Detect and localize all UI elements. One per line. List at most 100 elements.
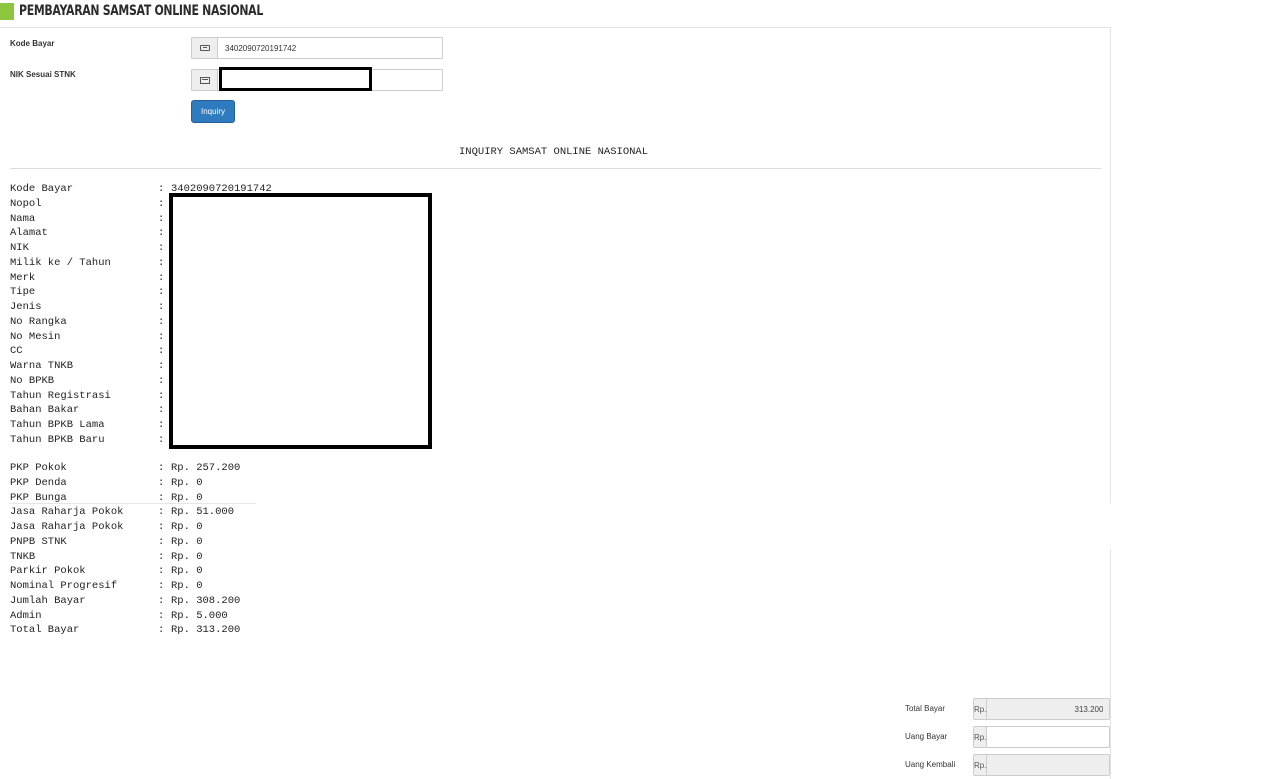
kode-bayar-input[interactable] (217, 37, 443, 59)
report-row-label: Tahun Registrasi (10, 389, 111, 402)
uang-bayar-input[interactable] (986, 726, 1111, 748)
uang-bayar-currency-addon: Rp. (973, 726, 987, 748)
report-row-label: Nopol (10, 197, 42, 210)
uang-kembali-currency-addon: Rp. (973, 754, 987, 776)
report-row-separator: : (158, 521, 165, 533)
credit-card-icon (199, 45, 210, 51)
kode-bayar-addon (191, 37, 217, 59)
report-row-label: TNKB (10, 550, 36, 563)
page-header: PEMBAYARAN SAMSAT ONLINE NASIONAL (0, 0, 332, 22)
report-row-value: Rp. 313.200 (171, 624, 241, 637)
report-row-label: Total Bayar (10, 624, 80, 637)
main-panel (0, 27, 1111, 779)
report-row-separator: : (158, 624, 165, 637)
report-title: INQUIRY SAMSAT ONLINE NASIONAL (459, 146, 649, 158)
report-row-value: Rp. 5.000 (171, 609, 228, 622)
kode-bayar-label: Kode Bayar (10, 39, 55, 48)
uang-bayar-label: Uang Bayar (905, 732, 948, 741)
report-row-separator: : (158, 256, 165, 269)
inquiry-button[interactable]: Inquiry (191, 100, 235, 123)
report-row-label: Tahun BPKB Lama (10, 419, 105, 431)
report-row-label: Alamat (10, 227, 48, 240)
report-row-separator: : (158, 374, 165, 387)
report-row-separator: : (158, 227, 165, 240)
report-row-label: Jasa Raharja Pokok (10, 521, 124, 533)
report-row-separator: : (158, 197, 165, 210)
report-row-separator: : (158, 476, 165, 489)
kode-bayar-group (191, 37, 443, 59)
report-row-label: Jasa Raharja Pokok (10, 506, 124, 519)
vehicle-redaction-box (169, 193, 432, 449)
total-bayar-field (986, 698, 1111, 720)
report-row-value: Rp. 0 (171, 535, 203, 548)
report-row-separator: : (158, 419, 165, 431)
report-row-label: Bahan Bakar (10, 404, 80, 417)
report-row-separator: : (158, 286, 165, 299)
total-bayar-label: Total Bayar (905, 704, 946, 713)
report-row-label: Kode Bayar (10, 183, 74, 195)
report-row-label: Milik ke / Tahun (10, 256, 111, 269)
render-gap-line (10, 503, 256, 504)
report-row-label: Nama (10, 212, 36, 225)
report-row-separator: : (158, 183, 165, 195)
report-row-separator: : (158, 389, 165, 402)
report-row-separator: : (158, 242, 165, 254)
uang-kembali-group: Rp. (973, 754, 1111, 776)
report-row-value: Rp. 257.200 (171, 462, 241, 474)
report-row-label: PKP Denda (10, 476, 67, 489)
report-row-separator: : (158, 360, 165, 372)
report-row-separator: : (158, 594, 165, 607)
render-gap (256, 503, 1280, 549)
report-row-separator: : (158, 609, 165, 622)
report-row-separator: : (158, 535, 165, 548)
report-divider (10, 168, 1101, 169)
nik-addon (191, 69, 217, 91)
uang-bayar-group: Rp. (973, 726, 1111, 748)
report-row-separator: : (158, 580, 165, 592)
nik-redaction-box (219, 67, 372, 91)
report-row-label: Nominal Progresif (10, 580, 118, 592)
report-row-label: Jumlah Bayar (10, 594, 86, 607)
report-row-separator: : (158, 462, 165, 474)
report-row-separator: : (158, 315, 165, 328)
report-row-label: No Rangka (10, 315, 67, 328)
uang-kembali-field (986, 754, 1111, 776)
report-row-separator: : (158, 212, 165, 225)
report-row-value: Rp. 0 (171, 476, 203, 489)
report-row-separator: : (158, 433, 165, 446)
header-accent-mark (0, 2, 14, 20)
report-row-separator: : (158, 506, 165, 519)
report-row-label: Admin (10, 609, 42, 622)
report-row-separator: : (158, 345, 165, 358)
page-title: PEMBAYARAN SAMSAT ONLINE NASIONAL (19, 3, 263, 19)
report-row-label: Parkir Pokok (10, 565, 86, 578)
report-row-label: PKP Pokok (10, 462, 67, 474)
report-row-label: Warna TNKB (10, 360, 74, 372)
report-row-label: CC (10, 345, 23, 358)
report-row-label: Merk (10, 271, 36, 284)
report-row-separator: : (158, 301, 165, 313)
report-row-label: No BPKB (10, 374, 55, 387)
report-row-value: Rp. 0 (171, 550, 203, 563)
id-card-icon (199, 76, 210, 84)
report-row-label: Jenis (10, 301, 42, 313)
report-row-value: Rp. 308.200 (171, 594, 241, 607)
report-row-value: Rp. 0 (171, 565, 203, 578)
report-row-label: No Mesin (10, 330, 61, 343)
report-row-value: Rp. 0 (171, 521, 203, 533)
nik-label: NIK Sesuai STNK (10, 70, 76, 79)
report-row-separator: : (158, 330, 165, 343)
report-row-separator: : (158, 565, 165, 578)
report-row-label: Tahun BPKB Baru (10, 433, 105, 446)
report-row-label: PNPB STNK (10, 535, 67, 548)
report-row-value: Rp. 51.000 (171, 506, 235, 519)
report-row-separator: : (158, 550, 165, 563)
report-row-label: NIK (10, 242, 29, 254)
total-bayar-group: Rp. (973, 698, 1111, 720)
uang-kembali-label: Uang Kembali (905, 760, 956, 769)
total-currency-addon: Rp. (973, 698, 987, 720)
report-row-value: Rp. 0 (171, 580, 203, 592)
report-row-separator: : (158, 271, 165, 284)
report-row-separator: : (158, 404, 165, 417)
report-row-label: Tipe (10, 286, 36, 299)
